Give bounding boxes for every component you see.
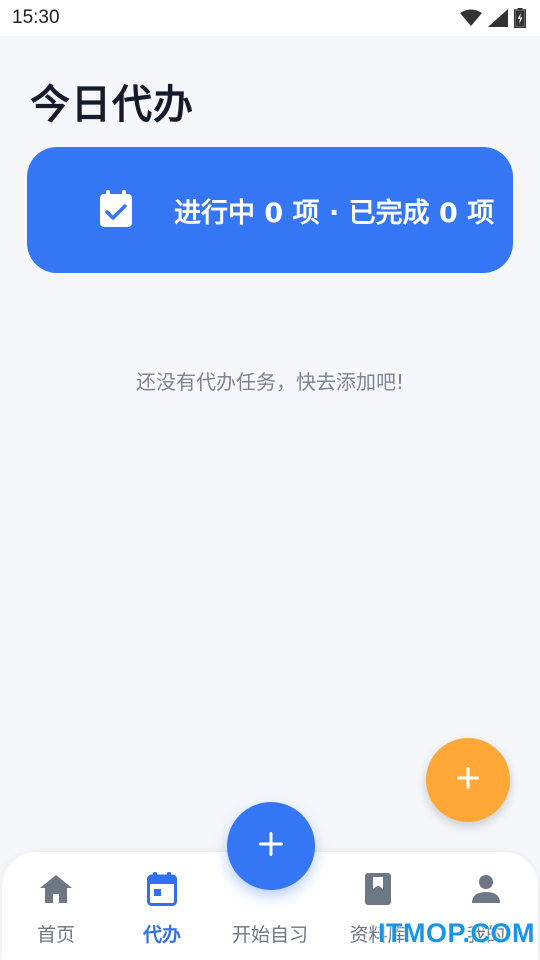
wifi-icon: [460, 9, 482, 27]
calendar-check-icon: [99, 190, 133, 232]
nav-item-todo[interactable]: 代办: [108, 852, 216, 960]
add-todo-button[interactable]: [426, 738, 510, 822]
watermark: ITMOP.COM: [378, 918, 536, 948]
status-icons: [460, 8, 526, 28]
summary-text: 进行中 0 项 · 已完成 0 项: [174, 197, 495, 229]
status-bar: 15:30: [0, 0, 540, 36]
signal-icon: [488, 9, 508, 27]
calendar-icon: [147, 872, 177, 906]
todo-summary-card: 进行中 0 项 · 已完成 0 项: [27, 147, 513, 273]
home-icon: [39, 872, 73, 906]
nav-label-home: 首页: [36, 924, 75, 946]
status-time: 15:30: [12, 7, 60, 28]
plus-icon: [258, 831, 284, 861]
nav-label-start-study: 开始自习: [231, 924, 308, 946]
book-icon: [364, 872, 392, 906]
person-icon: [471, 872, 501, 906]
start-study-button[interactable]: [227, 802, 315, 890]
page-title: 今日代办: [30, 82, 194, 128]
battery-charging-icon: [514, 8, 526, 28]
empty-state-message: 还没有代办任务，快去添加吧!: [135, 370, 405, 394]
nav-item-home[interactable]: 首页: [2, 852, 110, 960]
plus-icon: [456, 766, 480, 794]
nav-label-todo: 代办: [142, 924, 181, 946]
